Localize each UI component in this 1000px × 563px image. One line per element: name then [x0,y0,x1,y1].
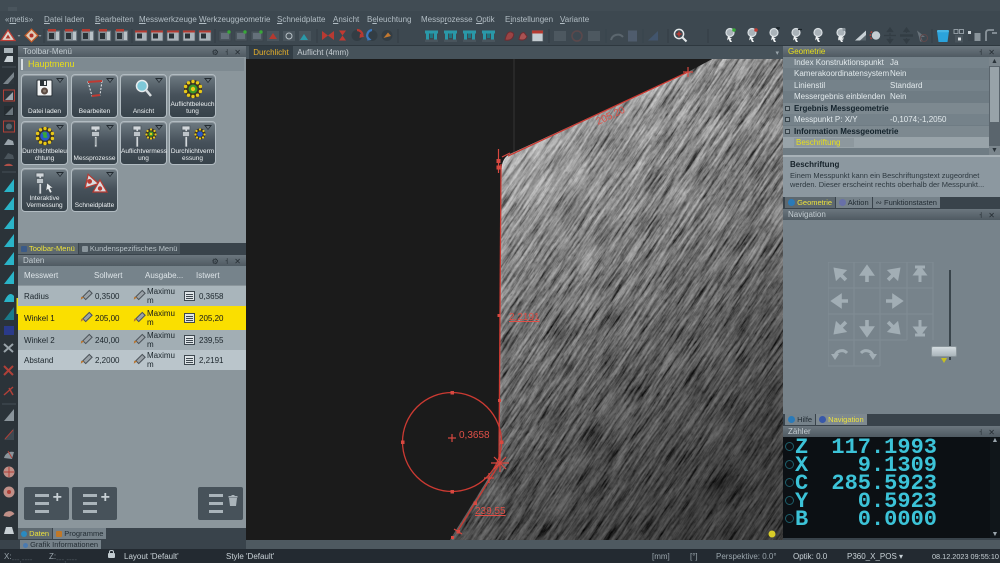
svg-text:239,55: 239,55 [475,506,506,517]
svg-text:0,3658: 0,3658 [459,430,490,441]
svg-text:2,2191: 2,2191 [509,312,540,323]
